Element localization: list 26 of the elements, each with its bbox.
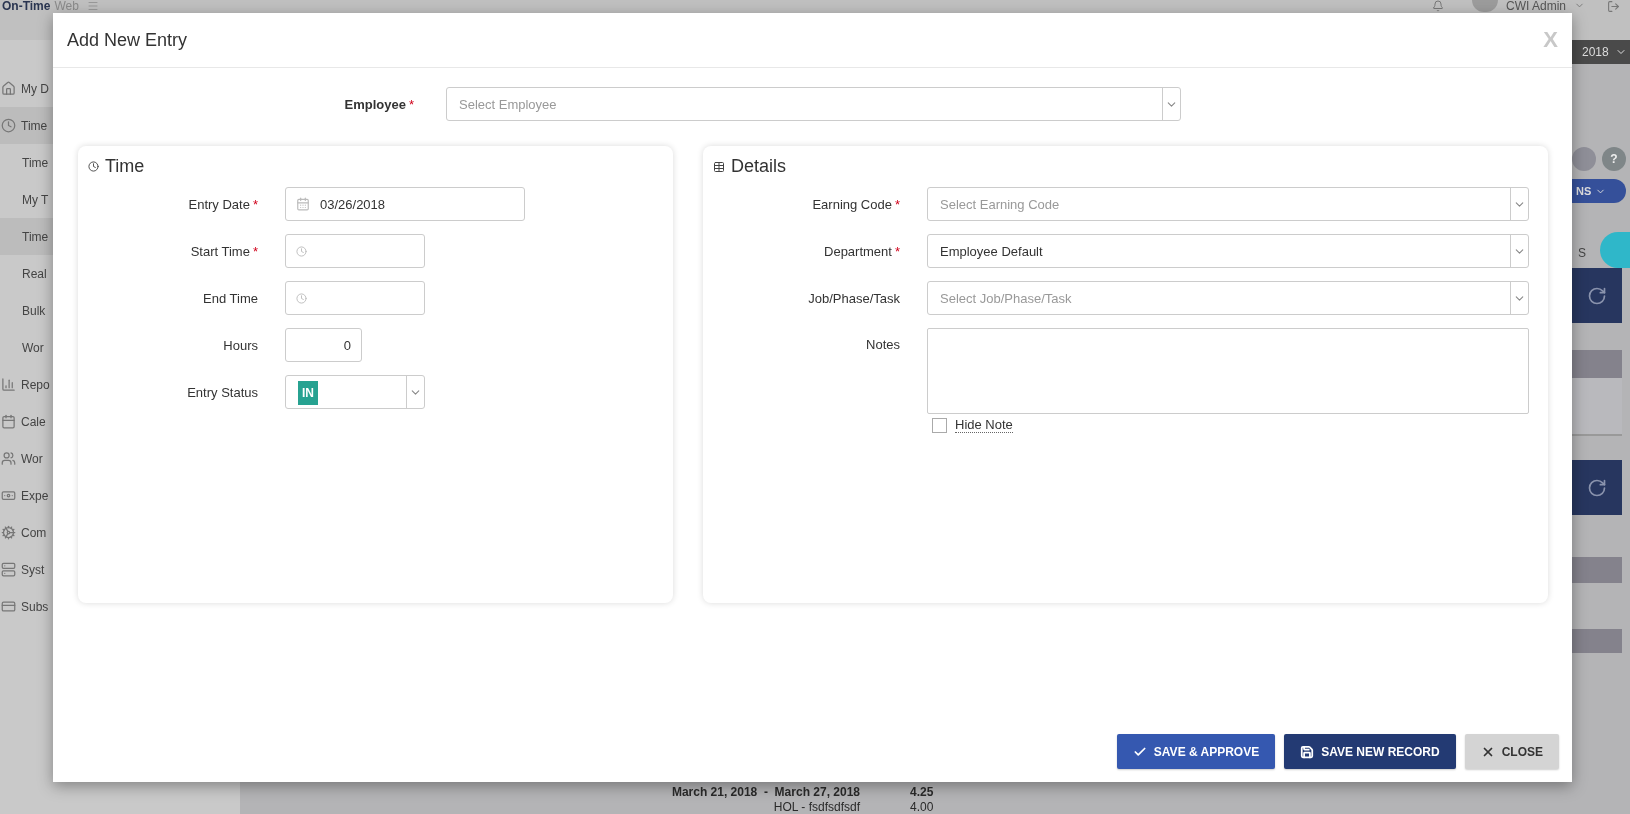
entry-label: HOL - fsdfsdfsdf [772,799,860,814]
total-hours: 4.25 [910,784,934,799]
logo-text: On-Time [2,0,51,13]
required-mark: * [408,96,414,112]
required-mark: * [894,243,900,259]
panel-title: Time [105,156,145,177]
field-label: Earning Code [812,196,892,212]
field-label: Hours [223,337,258,353]
required-mark: * [252,196,258,212]
field-label: Employee [344,96,406,112]
field-label: Start Time [190,243,250,259]
field-label: Entry Date [188,196,250,212]
entry-hours: 4.00 [910,799,934,814]
field-label: Job/Phase/Task [808,290,900,306]
panel-title: Details [731,156,787,177]
dialog-title: Add New Entry [67,29,188,51]
date-value: 03/26/2018 [320,196,386,212]
required-mark: * [894,196,900,212]
field-label: Department [824,243,892,259]
status-tag: IN [298,380,318,405]
column-header: S [1578,246,1586,262]
field-label: Notes [866,337,900,352]
required-mark: * [252,243,258,259]
field-label: Entry Status [187,384,258,400]
date-range: March 21, 2018 - March 27, 2018 [670,784,860,799]
field-label: End Time [203,290,258,306]
